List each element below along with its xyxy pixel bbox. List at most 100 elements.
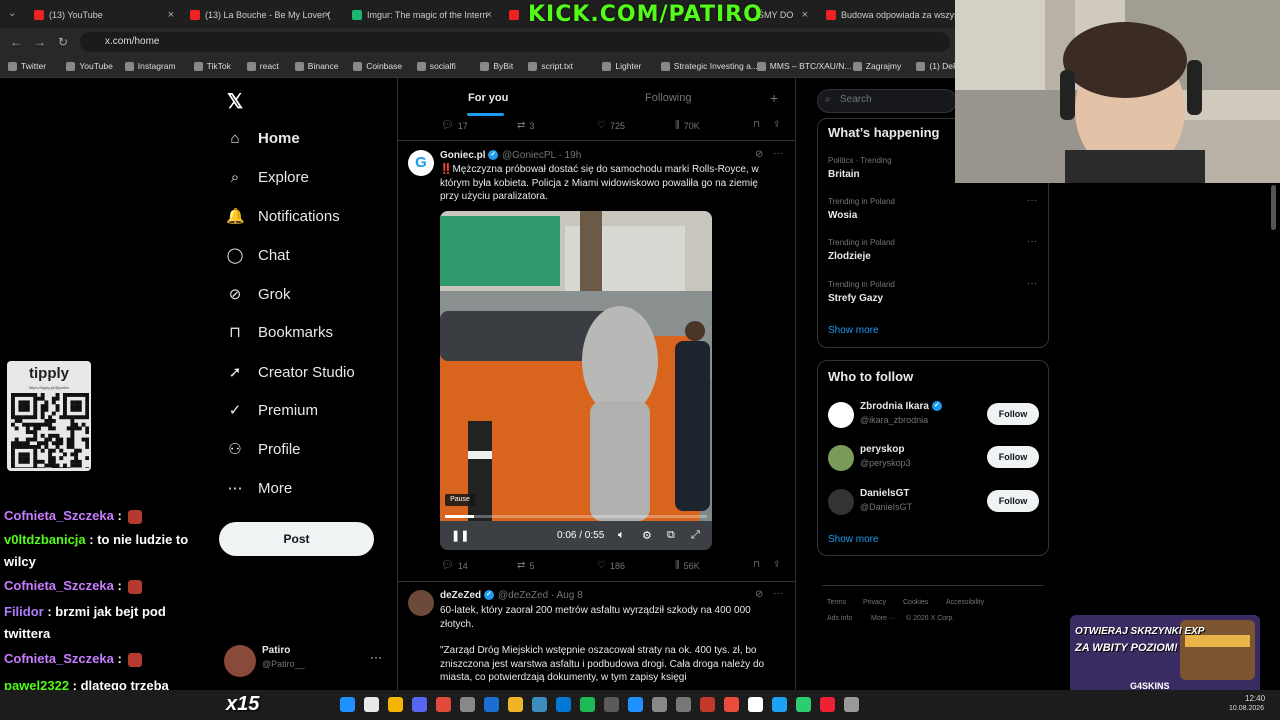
add-tab-icon[interactable]: + (770, 90, 778, 106)
app-icon[interactable] (772, 697, 787, 712)
video-progress-track[interactable] (445, 515, 707, 518)
scrollbar-thumb[interactable] (1271, 185, 1276, 230)
app-icon[interactable] (604, 697, 619, 712)
nav-item-bookmarks[interactable]: ⊓ Bookmarks (226, 320, 333, 344)
bookmark-item[interactable]: react (246, 61, 279, 71)
bookmark-item[interactable]: Zagrajmy (852, 61, 901, 71)
footer-link[interactable]: Terms (827, 599, 846, 606)
file-explorer-icon[interactable] (388, 697, 403, 712)
account-avatar[interactable] (224, 645, 256, 677)
bookmark-item[interactable]: socialfi (416, 61, 456, 71)
tweet-video[interactable] (440, 211, 712, 550)
folder-icon[interactable] (508, 697, 523, 712)
bookmark-item[interactable]: Binance (294, 61, 339, 71)
close-icon[interactable]: × (802, 9, 808, 21)
bookmark-item[interactable]: Coinbase (353, 61, 402, 71)
reload-icon[interactable]: ↻ (58, 35, 68, 49)
browser-tab[interactable]: Imgur: The magic of the Intern × (346, 4, 496, 26)
bookmark-item[interactable]: Instagram (124, 61, 176, 71)
trend-more-icon[interactable]: ··· (1027, 278, 1037, 289)
bookmark-item[interactable]: Lighter (602, 61, 641, 71)
share-icon[interactable]: ⇪ (773, 559, 781, 570)
tab-search-icon[interactable]: ⌄ (8, 8, 16, 19)
chrome-icon[interactable] (364, 697, 379, 712)
back-icon[interactable]: ← (10, 35, 22, 49)
nav-item-chat[interactable]: ◯ Chat (226, 243, 290, 267)
bookmark-item[interactable]: MMS – BTC/XAU/N... (756, 61, 852, 71)
follow-avatar[interactable] (828, 402, 854, 428)
follow-button[interactable]: Follow (987, 490, 1039, 512)
nav-item-explore[interactable]: ⌕ Explore (226, 165, 309, 189)
app-icon[interactable] (844, 697, 859, 712)
views-button[interactable]: ⫼ 70K (675, 120, 700, 131)
follow-avatar[interactable] (828, 445, 854, 471)
tab-for-you[interactable]: For you (468, 92, 508, 104)
show-more-link[interactable]: Show more (828, 325, 879, 336)
nav-item-grok[interactable]: ⊘ Grok (226, 282, 291, 306)
tweet-more-icon[interactable]: ··· (773, 588, 783, 599)
pause-icon[interactable]: ❚❚ (451, 529, 469, 542)
footer-link[interactable]: Privacy (863, 599, 886, 606)
grok-icon[interactable]: ⊘ (755, 149, 763, 160)
follow-button[interactable]: Follow (987, 403, 1039, 425)
url-input[interactable]: x.com/home (80, 32, 950, 52)
app-icon[interactable] (436, 697, 451, 712)
discord-icon[interactable] (412, 697, 427, 712)
steam-icon[interactable] (484, 697, 499, 712)
spotify-icon[interactable] (580, 697, 595, 712)
follow-name[interactable]: DanielsGT (860, 488, 909, 499)
footer-link[interactable]: Ads info (827, 615, 852, 622)
like-button[interactable]: ♡ 725 (597, 120, 625, 131)
trend-name[interactable]: Wosia (828, 210, 857, 221)
search-input[interactable]: Search (817, 89, 957, 113)
browser-tab[interactable]: (13) La Bouche - Be My Lover (× (184, 4, 334, 26)
tweet-author-name[interactable]: deZeZed ✓ (440, 590, 494, 601)
trend-more-icon[interactable]: ··· (1027, 195, 1037, 206)
bookmark-item[interactable]: ByBit (480, 61, 513, 71)
bookmark-item[interactable]: YouTube (66, 61, 113, 71)
reply-button[interactable]: 💬︎ 14 (441, 560, 468, 571)
app-icon[interactable] (820, 697, 835, 712)
nav-item-creator-studio[interactable]: ➚ Creator Studio (226, 360, 355, 384)
fullscreen-icon[interactable]: ⤢ (691, 529, 700, 542)
grok-icon[interactable]: ⊘ (755, 589, 763, 600)
trend-name[interactable]: Strefy Gazy (828, 293, 883, 304)
footer-link[interactable]: © 2026 X Corp. (906, 615, 954, 622)
settings-gear-icon[interactable]: ⚙ (642, 529, 652, 542)
bookmark-item[interactable]: TikTok (193, 61, 231, 71)
volume-icon[interactable]: 🔈︎ (618, 529, 625, 542)
trend-more-icon[interactable]: ··· (1027, 236, 1037, 247)
bookmark-icon[interactable]: ⊓ (753, 119, 760, 130)
bookmark-item[interactable]: script.txt (528, 61, 573, 71)
app-icon[interactable] (628, 697, 643, 712)
show-more-link[interactable]: Show more (828, 534, 879, 545)
bookmark-item[interactable]: Strategic Investing a... (660, 61, 758, 71)
nav-item-premium[interactable]: ✓ Premium (226, 398, 318, 422)
trend-name[interactable]: Zlodzieje (828, 251, 871, 262)
nav-item-more[interactable]: ⋯ More (226, 476, 293, 500)
bookmark-item[interactable]: Twitter (8, 61, 46, 71)
app-icon[interactable] (724, 697, 739, 712)
like-button[interactable]: ♡ 186 (597, 560, 625, 571)
tweet-more-icon[interactable]: ··· (773, 148, 783, 159)
footer-link[interactable]: More ··· (871, 615, 896, 622)
nav-item-notifications[interactable]: 🔔 Notifications (226, 204, 340, 228)
browser-tab[interactable] (503, 4, 525, 26)
obs-icon[interactable] (460, 697, 475, 712)
share-icon[interactable]: ⇪ (773, 119, 781, 130)
nav-item-home[interactable]: ⌂ Home (226, 126, 299, 150)
edge-icon[interactable] (532, 697, 547, 712)
bookmark-icon[interactable]: ⊓ (753, 559, 760, 570)
browser-tab[interactable]: Budowa odpowiada za wszystk (820, 4, 955, 26)
reply-button[interactable]: 💬︎ 17 (441, 120, 468, 131)
repost-button[interactable]: ⇄ 5 (517, 560, 534, 571)
tweet-author-name[interactable]: Goniec.pl ✓ (440, 150, 499, 161)
close-icon[interactable]: × (324, 9, 330, 21)
app-icon[interactable] (796, 697, 811, 712)
browser-tab[interactable]: (13) YouTube × (28, 4, 178, 26)
post-button[interactable]: Post (219, 522, 374, 556)
close-icon[interactable]: × (168, 9, 174, 21)
dezezed-avatar[interactable] (408, 590, 434, 616)
footer-link[interactable]: Cookies (903, 599, 928, 606)
app-icon[interactable] (748, 697, 763, 712)
